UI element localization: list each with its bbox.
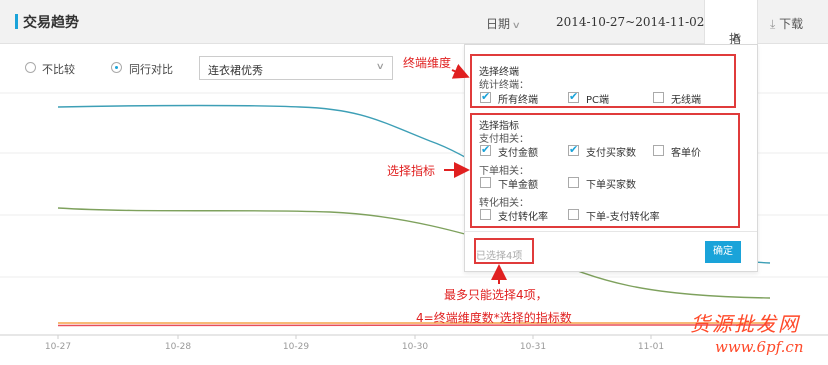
page-root: 交易趋势 日期∨ 2014-10-27~2014-11-02 指标∧ ⤓ 下载 … [0, 0, 828, 365]
arrow-terminal [451, 63, 470, 79]
watermark-url: www.6pf.cn [715, 338, 804, 356]
watermark-text: 货源批发网 [690, 312, 800, 336]
